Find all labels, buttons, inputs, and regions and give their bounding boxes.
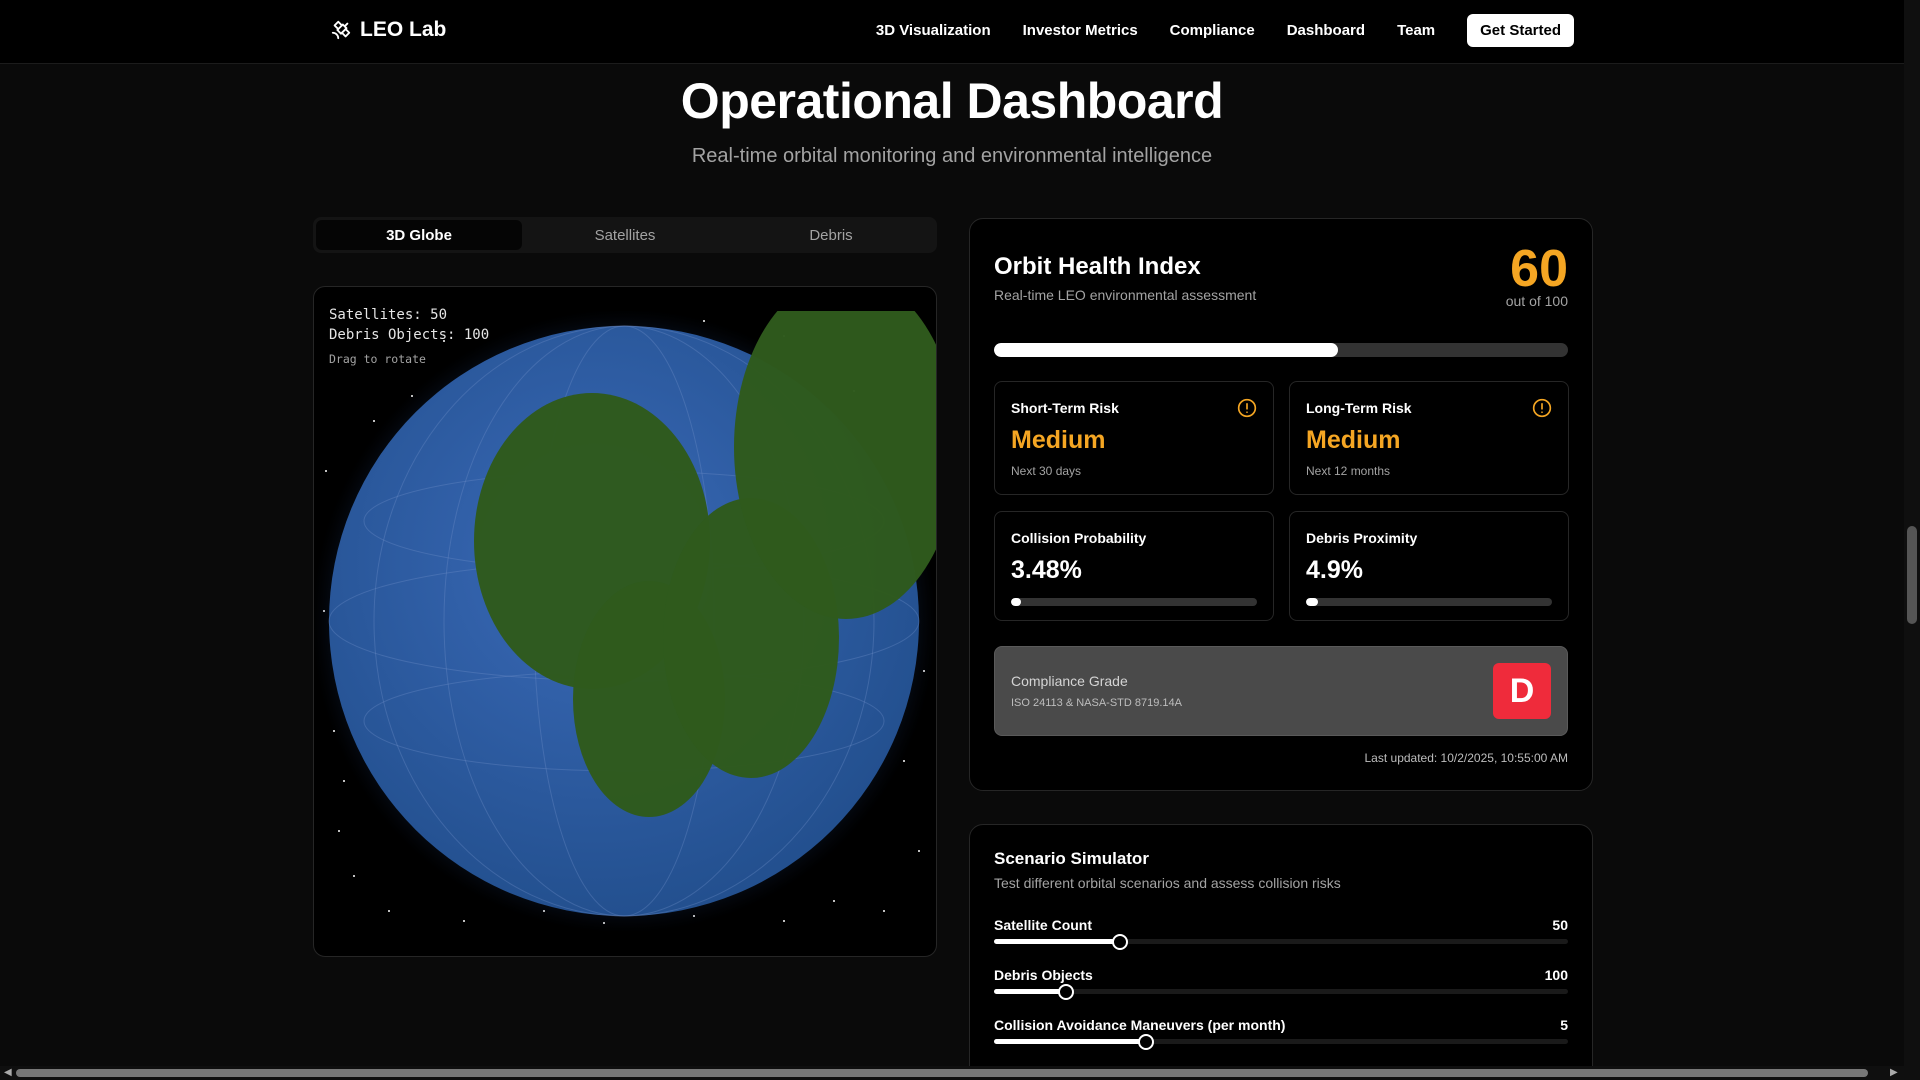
slider-label: Debris Objects: [994, 967, 1093, 983]
slider-thumb[interactable]: [1057, 984, 1074, 1000]
slider-value: 50: [1552, 917, 1568, 933]
nav-link-3d-visualization[interactable]: 3D Visualization: [876, 22, 991, 39]
slider-thumb[interactable]: [1112, 934, 1129, 950]
brand-logo[interactable]: LEO Lab: [330, 18, 446, 42]
nav-links: 3D Visualization Investor Metrics Compli…: [876, 14, 1574, 47]
debris-count-readout: Debris Objects: 100: [329, 327, 490, 343]
brand-name: LEO Lab: [360, 18, 447, 41]
slider-fill: [994, 1039, 1147, 1044]
nav-link-team[interactable]: Team: [1397, 22, 1435, 39]
long-term-risk-card: Long-Term Risk Medium Next 12 months: [1289, 381, 1569, 495]
scenario-simulator-card: Scenario Simulator Test different orbita…: [969, 824, 1593, 1080]
slider-satellite-count: Satellite Count 50: [994, 917, 1568, 957]
short-term-risk-card: Short-Term Risk Medium Next 30 days: [994, 381, 1274, 495]
alert-circle-icon: [1237, 398, 1257, 418]
compliance-standard: ISO 24113 & NASA-STD 8719.14A: [1011, 697, 1182, 709]
orbit-health-score: 60: [1510, 240, 1568, 298]
debris-proximity-bar: [1306, 598, 1552, 606]
orbit-health-progress-fill: [994, 343, 1339, 357]
page-title: Operational Dashboard: [680, 73, 1224, 129]
slider-fill: [994, 939, 1121, 944]
vertical-scrollbar[interactable]: [1904, 0, 1920, 1066]
compliance-grade-badge: D: [1493, 663, 1551, 719]
short-term-risk-note: Next 30 days: [1011, 464, 1082, 478]
slider-collision-avoidance: Collision Avoidance Maneuvers (per month…: [994, 1017, 1568, 1057]
collision-probability-bar-fill: [1011, 598, 1021, 606]
globe-stats-overlay: Satellites: 50 Debris Objects: 100 Drag …: [329, 305, 489, 369]
slider-debris-objects: Debris Objects 100: [994, 967, 1568, 1007]
last-updated: Last updated: 10/2/2025, 10:55:00 AM: [1364, 751, 1569, 765]
scroll-right-arrow-icon[interactable]: ▶: [1890, 1067, 1898, 1078]
tab-3d-globe[interactable]: 3D Globe: [316, 220, 522, 250]
collision-probability-card: Collision Probability 3.48%: [994, 511, 1274, 621]
debris-proximity-label: Debris Proximity: [1306, 530, 1418, 546]
slider-fill: [994, 989, 1066, 994]
compliance-grade-label: Compliance Grade: [1011, 673, 1128, 689]
drag-hint: Drag to rotate: [329, 352, 426, 366]
globe-card: Satellites: 50 Debris Objects: 100 Drag …: [313, 286, 937, 957]
debris-proximity-card: Debris Proximity 4.9%: [1289, 511, 1569, 621]
scenario-title: Scenario Simulator: [994, 849, 1149, 868]
short-term-risk-value: Medium: [1011, 426, 1106, 454]
compliance-grade-panel: Compliance Grade ISO 24113 & NASA-STD 87…: [994, 646, 1568, 736]
slider-thumb[interactable]: [1138, 1034, 1155, 1050]
orbit-health-out-of: out of 100: [1505, 293, 1568, 309]
long-term-risk-value: Medium: [1306, 426, 1401, 454]
orbit-health-progress: [994, 343, 1568, 357]
slider-label: Collision Avoidance Maneuvers (per month…: [994, 1017, 1286, 1033]
get-started-button[interactable]: Get Started: [1467, 14, 1574, 47]
view-tabs: 3D Globe Satellites Debris: [313, 217, 937, 253]
page-subtitle: Real-time orbital monitoring and environ…: [691, 145, 1213, 167]
slider-value: 100: [1544, 967, 1568, 983]
slider-label: Satellite Count: [994, 917, 1093, 933]
orbit-health-subtitle: Real-time LEO environmental assessment: [994, 287, 1257, 303]
satellite-count-readout: Satellites: 50: [329, 307, 448, 323]
long-term-risk-label: Long-Term Risk: [1306, 400, 1412, 416]
navbar: LEO Lab 3D Visualization Investor Metric…: [0, 0, 1904, 64]
scrollbar-corner: [1904, 1066, 1920, 1080]
collision-probability-label: Collision Probability: [1011, 530, 1147, 546]
nav-link-dashboard[interactable]: Dashboard: [1287, 22, 1365, 39]
slider-track[interactable]: [994, 989, 1568, 994]
long-term-risk-note: Next 12 months: [1306, 464, 1391, 478]
nav-link-compliance[interactable]: Compliance: [1170, 22, 1255, 39]
orbit-health-title: Orbit Health Index: [994, 253, 1201, 280]
tab-debris[interactable]: Debris: [728, 220, 934, 250]
tab-satellites[interactable]: Satellites: [522, 220, 728, 250]
globe-canvas[interactable]: [314, 311, 936, 931]
debris-proximity-bar-fill: [1306, 598, 1319, 606]
collision-probability-bar: [1011, 598, 1257, 606]
scroll-left-arrow-icon[interactable]: ◀: [4, 1067, 12, 1078]
debris-proximity-value: 4.9%: [1306, 556, 1363, 584]
horizontal-scrollbar[interactable]: ◀ ▶: [0, 1066, 1904, 1080]
nav-link-investor-metrics[interactable]: Investor Metrics: [1023, 22, 1138, 39]
slider-value: 5: [1560, 1017, 1568, 1033]
short-term-risk-label: Short-Term Risk: [1011, 400, 1119, 416]
satellite-icon: [331, 20, 351, 40]
orbit-health-card: Orbit Health Index Real-time LEO environ…: [969, 218, 1593, 791]
scenario-subtitle: Test different orbital scenarios and ass…: [994, 875, 1341, 891]
collision-probability-value: 3.48%: [1011, 556, 1082, 584]
alert-circle-icon: [1532, 398, 1552, 418]
horizontal-scroll-thumb[interactable]: [16, 1069, 1868, 1077]
vertical-scroll-thumb[interactable]: [1907, 526, 1917, 624]
